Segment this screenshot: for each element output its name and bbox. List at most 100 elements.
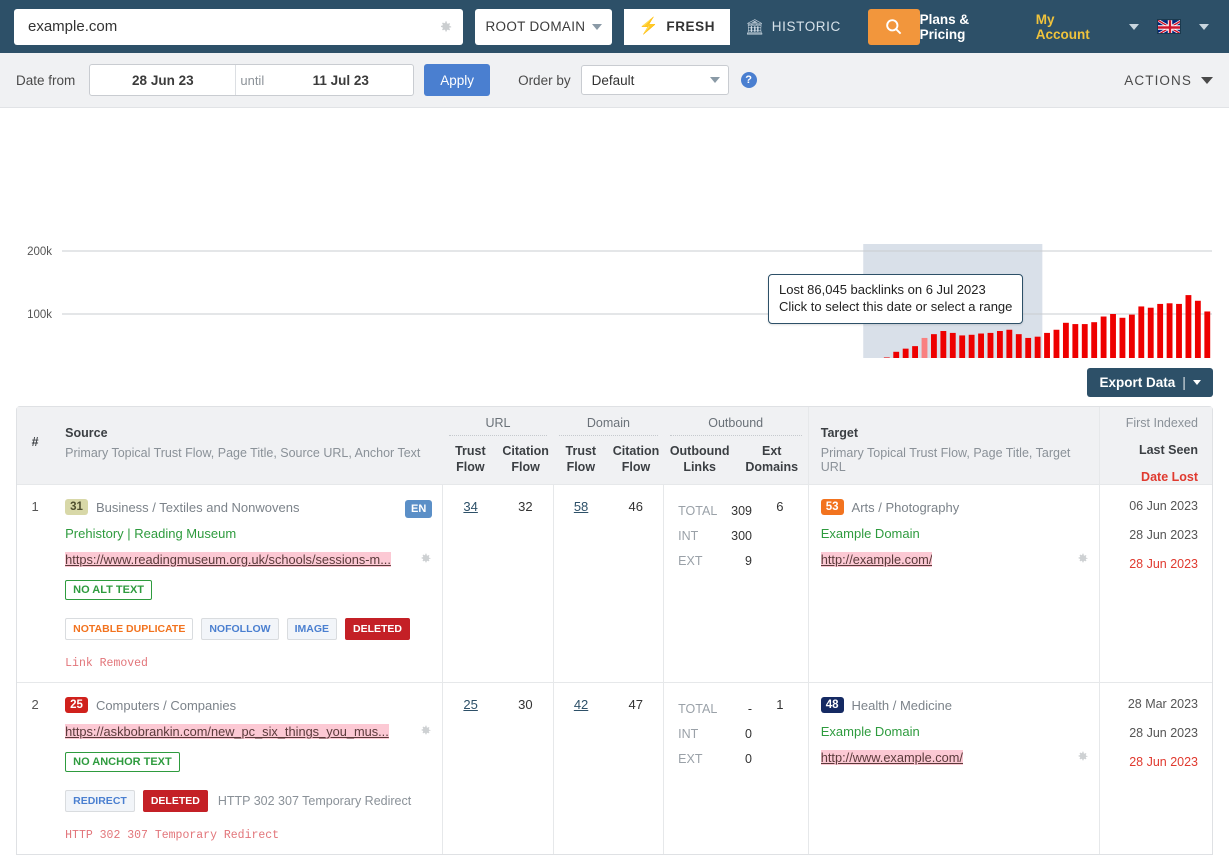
domain-trust-flow-value[interactable]: 58 [574, 499, 588, 514]
target-trust-flow-badge: 48 [821, 697, 844, 713]
language-chevron-down-icon[interactable] [1199, 24, 1209, 30]
target-url-link[interactable]: http://example.com/ [821, 552, 933, 567]
plans-and-pricing-link[interactable]: Plans & Pricing [920, 12, 1018, 42]
row-settings-gear-icon[interactable] [1076, 750, 1089, 763]
chart-bar[interactable] [959, 335, 965, 358]
row-settings-gear-icon[interactable] [419, 552, 432, 565]
row-settings-gear-icon[interactable] [1076, 552, 1089, 565]
chart-bar[interactable] [1091, 322, 1097, 358]
chart-bar[interactable] [988, 333, 994, 358]
chart-bar[interactable] [912, 346, 918, 358]
row-flag[interactable]: NOFOLLOW [201, 618, 278, 640]
header-url-citation-flow[interactable]: Citation Flow [498, 436, 553, 475]
header-last-seen[interactable]: Last Seen [1100, 430, 1198, 457]
header-first-indexed[interactable]: First Indexed [1100, 407, 1198, 430]
url-trust-flow-cell: 25 [443, 683, 498, 855]
chart-bar[interactable] [1167, 303, 1173, 358]
chart-bar[interactable] [1082, 324, 1088, 358]
chart-bar[interactable] [893, 352, 899, 358]
chart-bar[interactable] [1110, 314, 1116, 358]
date-range-picker[interactable]: 28 Jun 23 until 11 Jul 23 [89, 64, 414, 96]
url-citation-flow-cell: 30 [498, 683, 553, 855]
chart-bar[interactable] [1101, 317, 1107, 358]
tab-fresh[interactable]: ⚡ FRESH [624, 9, 730, 45]
chart-bar[interactable] [1072, 324, 1078, 358]
chart-bar[interactable] [1176, 304, 1182, 358]
target-url-link[interactable]: http://www.example.com/ [821, 750, 963, 765]
order-by-select[interactable]: Default [581, 65, 729, 95]
actions-label: ACTIONS [1124, 73, 1192, 88]
chart-bar[interactable] [940, 331, 946, 358]
header-group-domain: Domain Trust Flow Citation Flow [553, 407, 663, 485]
row-flag[interactable]: DELETED [345, 618, 410, 640]
row-flag[interactable]: IMAGE [287, 618, 337, 640]
url-trust-flow-value[interactable]: 34 [463, 499, 477, 514]
chart-bar[interactable] [950, 333, 956, 358]
chart-bar[interactable] [1186, 295, 1192, 358]
target-trust-flow-badge: 53 [821, 499, 844, 515]
scope-dropdown[interactable]: ROOT DOMAIN [475, 9, 611, 45]
chart-bar[interactable] [1148, 308, 1154, 358]
table-row[interactable]: 2 25 Computers / Companies https://askbo… [17, 683, 1212, 855]
chart-bar[interactable] [1157, 304, 1163, 358]
search-settings-gear-icon[interactable] [438, 19, 453, 34]
search-input[interactable] [14, 10, 434, 44]
chart-bar[interactable] [969, 335, 975, 358]
source-topic: Computers / Companies [96, 698, 236, 713]
chart-bar[interactable] [1063, 323, 1069, 358]
my-account-link[interactable]: My Account [1036, 12, 1111, 42]
chart-bar[interactable] [884, 357, 890, 358]
header-date-lost[interactable]: Date Lost [1100, 457, 1198, 484]
chart-bar[interactable] [1120, 318, 1126, 358]
date-from-input[interactable]: 28 Jun 23 [90, 73, 235, 88]
row-status-note: Link Removed [65, 657, 432, 670]
backlinks-chart[interactable]: 0k100k200k26 Mar20232 Apr20239 Apr202316… [0, 108, 1229, 358]
export-data-button[interactable]: Export Data | [1087, 368, 1213, 397]
row-flag[interactable]: HTTP 302 307 Temporary Redirect [216, 790, 413, 812]
date-to-input[interactable]: 11 Jul 23 [268, 73, 413, 88]
actions-menu[interactable]: ACTIONS [1124, 73, 1213, 88]
header-domain-trust-flow[interactable]: Trust Flow [553, 436, 608, 475]
chart-bar[interactable] [922, 338, 928, 358]
row-flag[interactable]: DELETED [143, 790, 208, 812]
search-button[interactable] [868, 9, 920, 45]
row-flag[interactable]: NOTABLE DUPLICATE [65, 618, 193, 640]
chart-bar[interactable] [1195, 301, 1201, 358]
source-url-link[interactable]: https://www.readingmuseum.org.uk/schools… [65, 552, 391, 567]
chart-bar[interactable] [1044, 333, 1050, 358]
tab-historic[interactable]: 🏛 HISTORIC [730, 9, 856, 45]
date-from-label: Date from [16, 73, 75, 88]
chart-bar[interactable] [978, 334, 984, 358]
chart-bar[interactable] [1054, 330, 1060, 358]
chart-svg[interactable]: 0k100k200k26 Mar20232 Apr20239 Apr202316… [0, 108, 1229, 358]
uk-flag-icon[interactable] [1157, 19, 1181, 34]
chart-bar[interactable] [1129, 315, 1135, 358]
header-outbound-links[interactable]: Outbound Links [664, 436, 736, 475]
y-axis-tick-label: 100k [27, 309, 52, 321]
chart-bar[interactable] [1025, 338, 1031, 358]
domain-trust-flow-value[interactable]: 42 [574, 697, 588, 712]
chart-bar[interactable] [1204, 311, 1210, 358]
apply-button[interactable]: Apply [424, 64, 490, 96]
header-domain-citation-flow[interactable]: Citation Flow [608, 436, 663, 475]
chart-bar[interactable] [1006, 330, 1012, 358]
chart-bar[interactable] [1016, 334, 1022, 358]
outbound-total-value: 309 [722, 499, 752, 524]
help-icon[interactable]: ? [741, 72, 757, 88]
header-url-trust-flow[interactable]: Trust Flow [443, 436, 498, 475]
table-row[interactable]: 1 31 Business / Textiles and Nonwovens E… [17, 485, 1212, 683]
header-ext-domains[interactable]: Ext Domains [736, 436, 808, 475]
chart-bar[interactable] [931, 334, 937, 358]
chart-bar[interactable] [997, 331, 1003, 358]
chart-bar[interactable] [1035, 337, 1041, 358]
row-flag[interactable]: REDIRECT [65, 790, 135, 812]
chevron-down-icon[interactable] [1193, 380, 1201, 385]
row-settings-gear-icon[interactable] [419, 724, 432, 737]
source-url-link[interactable]: https://askbobrankin.com/new_pc_six_thin… [65, 724, 389, 739]
url-trust-flow-value[interactable]: 25 [463, 697, 477, 712]
account-chevron-down-icon[interactable] [1129, 24, 1139, 30]
chart-bar[interactable] [903, 349, 909, 358]
chart-bar[interactable] [1138, 306, 1144, 358]
domain-search-box[interactable] [14, 9, 463, 45]
dates-cell: 06 Jun 2023 28 Jun 2023 28 Jun 2023 [1099, 485, 1212, 683]
